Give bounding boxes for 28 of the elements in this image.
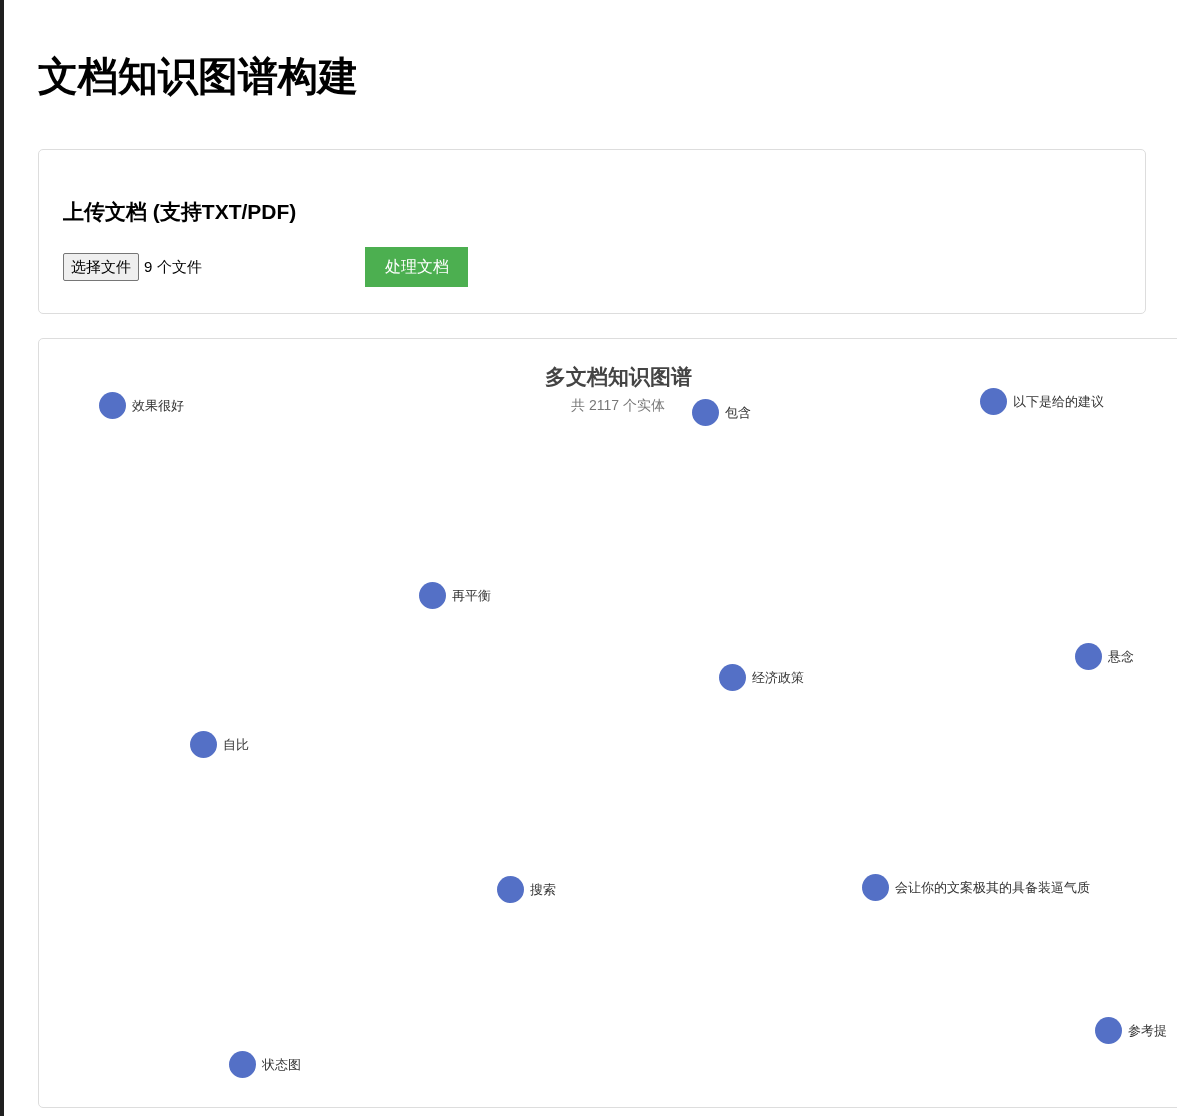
graph-node[interactable] bbox=[1095, 1017, 1122, 1044]
node-label: 搜索 bbox=[530, 880, 556, 899]
graph-node[interactable] bbox=[980, 388, 1007, 415]
node-label: 参考提 bbox=[1128, 1021, 1167, 1040]
node-label: 会让你的文案极其的具备装逼气质 bbox=[895, 878, 1090, 897]
choose-file-button[interactable]: 选择文件 bbox=[63, 253, 139, 281]
node-label: 经济政策 bbox=[752, 668, 804, 687]
graph-node[interactable] bbox=[692, 399, 719, 426]
node-label: 包含 bbox=[725, 403, 751, 422]
node-label: 自比 bbox=[223, 735, 249, 754]
graph-node[interactable] bbox=[190, 731, 217, 758]
graph-node[interactable] bbox=[719, 664, 746, 691]
node-label: 状态图 bbox=[262, 1055, 301, 1074]
graph-node[interactable] bbox=[1075, 643, 1102, 670]
graph-node[interactable] bbox=[497, 876, 524, 903]
page-title: 文档知识图谱构建 bbox=[38, 53, 359, 100]
node-label: 以下是给的建议 bbox=[1013, 392, 1104, 411]
file-status: 9 个文件 bbox=[144, 256, 203, 277]
node-label: 再平衡 bbox=[452, 586, 491, 605]
graph-node[interactable] bbox=[229, 1051, 256, 1078]
graph-title: 多文档知识图谱 bbox=[544, 364, 692, 390]
graph-node[interactable] bbox=[419, 582, 446, 609]
entity-count: 共 2117 个实体 bbox=[571, 396, 665, 415]
graph-node[interactable] bbox=[862, 874, 889, 901]
node-label: 效果很好 bbox=[132, 396, 184, 415]
node-label: 悬念 bbox=[1108, 647, 1134, 666]
upload-heading: 上传文档 (支持TXT/PDF) bbox=[63, 199, 298, 225]
graph-node[interactable] bbox=[99, 392, 126, 419]
